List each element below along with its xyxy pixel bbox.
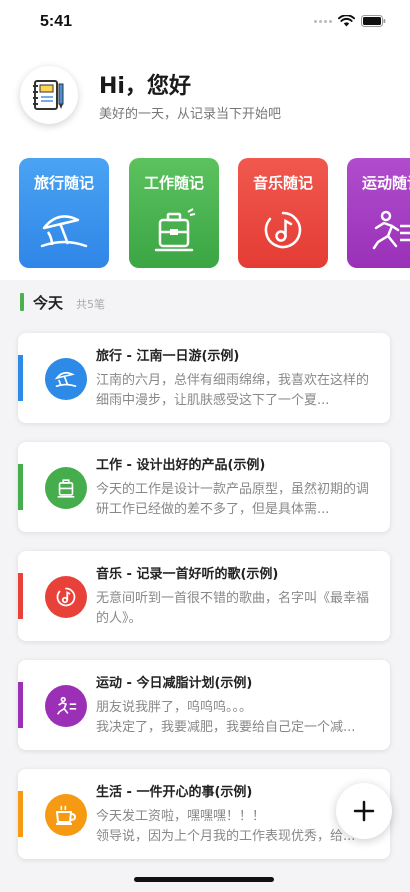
running-icon — [57, 696, 77, 715]
wifi-icon — [338, 15, 355, 27]
category-music-card[interactable]: 音乐随记 — [238, 158, 328, 268]
category-travel-label: 旅行随记 — [33, 174, 94, 192]
entry-body: 无意间听到一首很不错的歌曲，名字叫《最幸福的人》。 — [96, 591, 370, 626]
category-strip[interactable]: 旅行随记 工作随记 音乐随记 运动随 — [0, 150, 410, 280]
home-indicator[interactable] — [134, 877, 274, 882]
notebook-icon — [33, 80, 64, 110]
entry-accent-bar — [18, 682, 23, 728]
entry-title: 生活 - 一件开心的事(示例) — [96, 785, 253, 800]
cellular-signal-icon — [314, 19, 332, 23]
category-work-label: 工作随记 — [143, 174, 204, 192]
beach-umbrella-icon — [54, 371, 77, 388]
section-count: 共5笔 — [76, 298, 105, 311]
coffee-cup-icon — [55, 805, 77, 825]
status-time: 5:41 — [40, 13, 73, 30]
category-sport-label: 运动随记 — [361, 174, 410, 192]
entry-card-life[interactable]: 生活 - 一件开心的事(示例) 今天发工资啦，嘿嘿嘿！！！ 领导说，因为上个月我… — [18, 769, 390, 859]
entry-accent-bar — [18, 573, 23, 619]
section-accent-bar — [20, 293, 24, 311]
entry-body: 江南的六月，总伴有细雨绵绵，我喜欢在这样的细雨中漫步，让肌肤感受这下了一个夏..… — [96, 373, 370, 408]
entry-accent-bar — [18, 464, 23, 510]
status-bar: 5:41 — [0, 0, 410, 44]
entry-title: 旅行 - 江南一日游(示例) — [96, 349, 240, 364]
entry-body: 今天发工资啦，嘿嘿嘿！！！ 领导说，因为上个月我的工作表现优秀，给... — [96, 809, 356, 844]
status-icons — [314, 15, 386, 27]
running-icon — [372, 210, 410, 250]
category-sport-card[interactable]: 运动随记 — [347, 158, 410, 268]
entry-card-music[interactable]: 音乐 - 记录一首好听的歌(示例) 无意间听到一首很不错的歌曲，名字叫《最幸福的… — [18, 551, 390, 641]
plus-icon — [353, 800, 375, 822]
entry-accent-bar — [18, 791, 23, 837]
entry-card-work[interactable]: 工作 - 设计出好的产品(示例) 今天的工作是设计一款产品原型，虽然初期的调研工… — [18, 442, 390, 532]
entry-title: 音乐 - 记录一首好听的歌(示例) — [96, 567, 279, 582]
section-title: 今天 — [33, 294, 64, 312]
entry-title: 运动 - 今日减脂计划(示例) — [96, 676, 253, 691]
category-music-label: 音乐随记 — [252, 174, 313, 192]
entry-title: 工作 - 设计出好的产品(示例) — [96, 458, 266, 473]
music-note-icon — [56, 587, 76, 607]
briefcase-icon — [57, 479, 75, 498]
music-note-icon — [264, 211, 302, 249]
header: Hi，您好 美好的一天，从记录当下开始吧 — [0, 44, 410, 150]
avatar[interactable] — [20, 66, 78, 124]
battery-icon — [361, 15, 386, 27]
greeting-title: Hi，您好 — [99, 74, 191, 99]
entry-accent-bar — [18, 355, 23, 401]
category-work-card[interactable]: 工作随记 — [129, 158, 219, 268]
beach-umbrella-icon — [40, 215, 88, 248]
greeting-subtitle: 美好的一天，从记录当下开始吧 — [99, 107, 282, 122]
entry-body: 今天的工作是设计一款产品原型，虽然初期的调研工作已经做的差不多了，但是具体需..… — [96, 482, 370, 517]
add-entry-button[interactable] — [336, 783, 392, 839]
entry-card-travel[interactable]: 旅行 - 江南一日游(示例) 江南的六月，总伴有细雨绵绵，我喜欢在这样的细雨中漫… — [18, 333, 390, 423]
briefcase-icon — [154, 208, 196, 252]
section-header-today: 今天 共5笔 — [0, 280, 410, 324]
entry-body: 朋友说我胖了，呜呜呜。。。 我决定了，我要减肥，我要给自己定一个减... — [96, 700, 356, 735]
category-travel-card[interactable]: 旅行随记 — [19, 158, 109, 268]
entry-card-sport[interactable]: 运动 - 今日减脂计划(示例) 朋友说我胖了，呜呜呜。。。 我决定了，我要减肥，… — [18, 660, 390, 750]
